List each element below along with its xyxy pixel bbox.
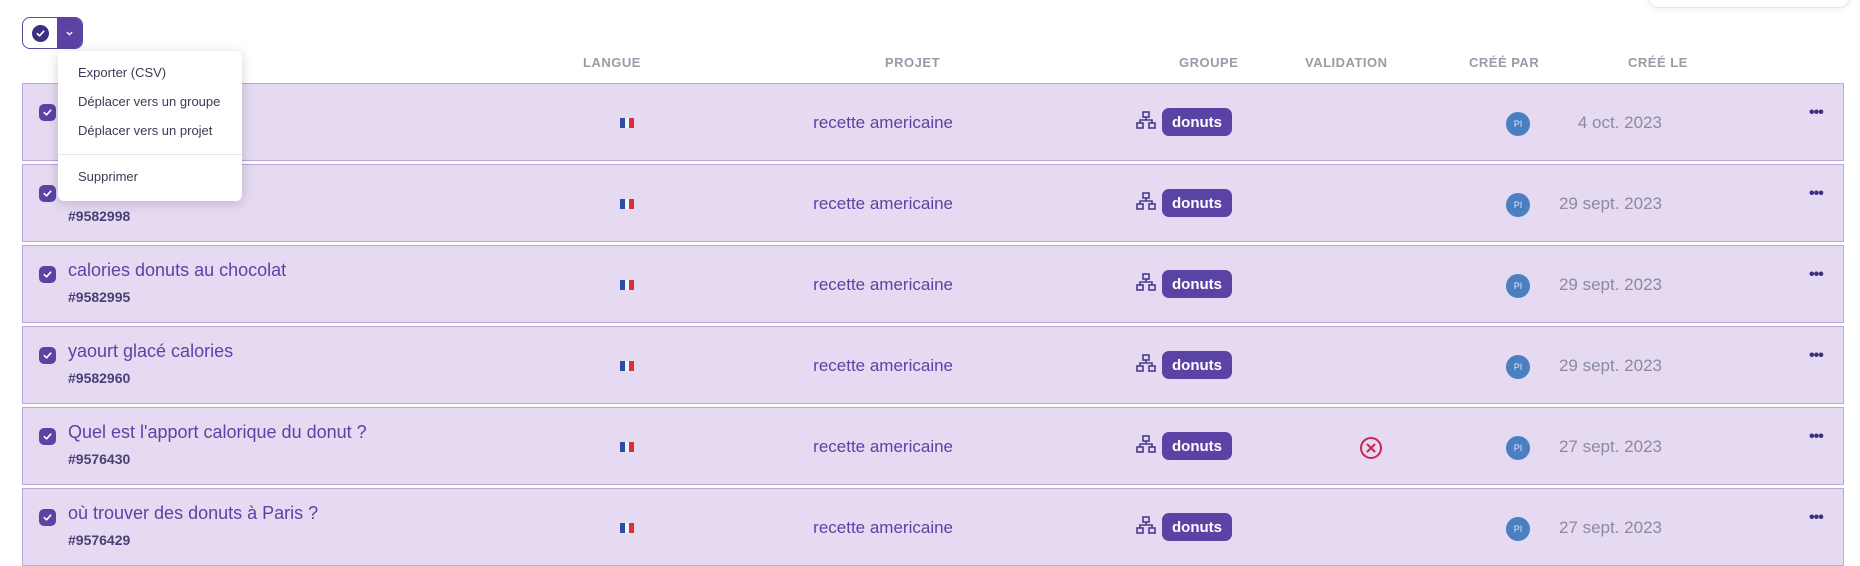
row-checkbox[interactable]	[39, 266, 56, 283]
group-hierarchy-icon	[1136, 273, 1156, 296]
more-horizontal-icon[interactable]: •••	[1809, 104, 1824, 122]
menu-item-move-to-project[interactable]: Déplacer vers un projet	[78, 123, 212, 138]
row-id: #9576429	[68, 532, 131, 548]
header-langue[interactable]: LANGUE	[583, 55, 641, 70]
more-horizontal-icon[interactable]: •••	[1809, 509, 1824, 527]
row-date: 27 sept. 2023	[1558, 518, 1662, 537]
group-badge[interactable]: donuts	[1162, 189, 1232, 217]
row-checkbox[interactable]	[39, 104, 56, 121]
table-row[interactable]: at#9582998recette americainedonutsPI29 s…	[22, 164, 1844, 242]
group-badge[interactable]: donuts	[1162, 270, 1232, 298]
row-project[interactable]: recette americaine	[813, 194, 953, 214]
header-cree-par[interactable]: CRÉÉ PAR	[1469, 55, 1539, 70]
more-horizontal-icon[interactable]: •••	[1809, 185, 1824, 203]
table-row[interactable]: Quel est l'apport calorique du donut ? #9…	[22, 407, 1844, 485]
flag-fr-icon	[620, 442, 635, 452]
table-row[interactable]: es donuts ?recette americainedonutsPI4 o…	[22, 83, 1844, 161]
menu-divider	[58, 154, 242, 155]
table-row[interactable]: où trouver des donuts à Paris ? #9576429 r…	[22, 488, 1844, 566]
row-date: 29 sept. 2023	[1558, 275, 1662, 294]
creator-avatar: PI	[1506, 517, 1530, 541]
row-title[interactable]: Quel est l'apport calorique du donut ?	[68, 422, 367, 443]
check-icon	[43, 109, 52, 116]
header-groupe[interactable]: GROUPE	[1179, 55, 1238, 70]
check-icon	[43, 352, 52, 359]
row-id: #9576430	[68, 451, 131, 467]
table-row[interactable]: calories donuts au chocolat #9582995 recet…	[22, 245, 1844, 323]
flag-fr-icon	[620, 118, 635, 128]
row-date: 4 oct. 2023	[1577, 113, 1662, 132]
header-projet[interactable]: PROJET	[885, 55, 940, 70]
row-project[interactable]: recette americaine	[813, 113, 953, 133]
check-icon	[43, 514, 52, 521]
row-checkbox[interactable]	[39, 347, 56, 364]
flag-fr-icon	[620, 523, 635, 533]
corner-card	[1648, 0, 1850, 8]
group-hierarchy-icon	[1136, 192, 1156, 215]
check-icon	[43, 190, 52, 197]
group-badge[interactable]: donuts	[1162, 351, 1232, 379]
row-date: 29 sept. 2023	[1558, 194, 1662, 213]
group-hierarchy-icon	[1136, 111, 1156, 134]
header-validation[interactable]: VALIDATION	[1305, 55, 1388, 70]
validation-rejected-icon	[1359, 436, 1383, 465]
row-project[interactable]: recette americaine	[813, 518, 953, 538]
row-date: 29 sept. 2023	[1558, 356, 1662, 375]
creator-avatar: PI	[1506, 112, 1530, 136]
menu-item-export-csv[interactable]: Exporter (CSV)	[78, 65, 166, 80]
menu-item-delete[interactable]: Supprimer	[78, 169, 138, 184]
table-row[interactable]: yaourt glacé calories #9582960 recette ame…	[22, 326, 1844, 404]
creator-avatar: PI	[1506, 355, 1530, 379]
header-cree-le[interactable]: CRÉÉ LE	[1628, 55, 1688, 70]
group-hierarchy-icon	[1136, 516, 1156, 539]
creator-avatar: PI	[1506, 436, 1530, 460]
check-icon	[43, 271, 52, 278]
group-badge[interactable]: donuts	[1162, 108, 1232, 136]
bulk-actions-menu: Exporter (CSV) Déplacer vers un groupe D…	[58, 51, 242, 201]
row-project[interactable]: recette americaine	[813, 275, 953, 295]
bulk-actions-toggle[interactable]	[57, 18, 82, 48]
group-badge[interactable]: donuts	[1162, 513, 1232, 541]
row-date: 27 sept. 2023	[1558, 437, 1662, 456]
check-icon	[43, 433, 52, 440]
row-checkbox[interactable]	[39, 185, 56, 202]
more-horizontal-icon[interactable]: •••	[1809, 428, 1824, 446]
check-circle-icon	[31, 24, 49, 42]
group-hierarchy-icon	[1136, 435, 1156, 458]
row-project[interactable]: recette americaine	[813, 437, 953, 457]
flag-fr-icon	[620, 280, 635, 290]
row-title[interactable]: yaourt glacé calories	[68, 341, 233, 362]
row-id: #9582995	[68, 289, 131, 305]
flag-fr-icon	[620, 361, 635, 371]
group-hierarchy-icon	[1136, 354, 1156, 377]
row-id: #9582960	[68, 370, 131, 386]
row-id: #9582998	[68, 208, 131, 224]
more-horizontal-icon[interactable]: •••	[1809, 266, 1824, 284]
flag-fr-icon	[620, 199, 635, 209]
row-title[interactable]: calories donuts au chocolat	[68, 260, 286, 281]
row-checkbox[interactable]	[39, 428, 56, 445]
menu-item-move-to-group[interactable]: Déplacer vers un groupe	[78, 94, 220, 109]
bulk-select-control[interactable]	[22, 17, 83, 49]
more-horizontal-icon[interactable]: •••	[1809, 347, 1824, 365]
bulk-select-checkbox[interactable]	[23, 18, 57, 48]
row-title[interactable]: où trouver des donuts à Paris ?	[68, 503, 318, 524]
creator-avatar: PI	[1506, 274, 1530, 298]
row-checkbox[interactable]	[39, 509, 56, 526]
group-badge[interactable]: donuts	[1162, 432, 1232, 460]
chevron-down-icon	[66, 31, 73, 36]
row-project[interactable]: recette americaine	[813, 356, 953, 376]
creator-avatar: PI	[1506, 193, 1530, 217]
